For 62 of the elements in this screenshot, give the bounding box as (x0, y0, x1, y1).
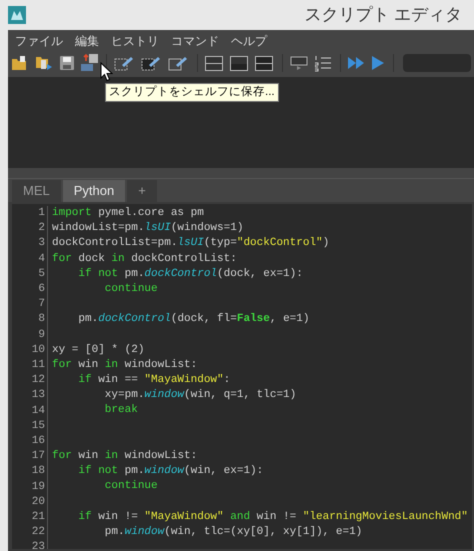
menu-item[interactable]: ヒストリ (111, 32, 159, 50)
code-line: dockControlList=pm.lsUI(typ="dockControl") (52, 236, 330, 252)
code-line: if win != "MayaWindow" and win != "learningMoviesLaunchWnd" (77, 510, 468, 525)
code-line: windowList=pm.lsUI(windows=1) (52, 221, 244, 236)
line-number: 4 (37, 252, 45, 267)
tooltip: スクリプトをシェルフに保存... (105, 83, 279, 102)
line-number: 7 (37, 297, 45, 312)
code-line: continue (104, 479, 159, 494)
folder-play-icon[interactable] (35, 55, 53, 71)
line-number: 19 (30, 480, 45, 495)
line-number: 22 (30, 525, 45, 540)
window-title: スクリプト エディタ (304, 4, 462, 26)
menu-item[interactable]: ヘルプ (231, 32, 267, 50)
tab[interactable]: + (127, 180, 157, 202)
code-line: if not pm.dockControl(dock, ex=1): (77, 266, 304, 282)
open-folder-icon[interactable] (11, 56, 28, 70)
monitor-icon[interactable] (290, 56, 308, 70)
menu-item[interactable]: 編集 (75, 32, 99, 50)
line-number: 5 (37, 266, 45, 282)
code-line: xy = [0] * (2) (52, 342, 146, 358)
code-line: for win in windowList: (52, 358, 198, 373)
line-number: 11 (30, 358, 45, 374)
line-number: 13 (30, 388, 45, 404)
line-number: 20 (30, 494, 45, 510)
line-number: 14 (30, 404, 45, 419)
save-icon[interactable] (60, 56, 74, 70)
run-all-icon[interactable] (348, 56, 365, 70)
code-line: pm.dockControl(dock, fl=False, e=1) (77, 312, 310, 328)
code-line: xy=pm.window(win, q=1, tlc=1) (104, 388, 298, 404)
layout-icon[interactable] (230, 56, 248, 70)
layout-icon[interactable] (205, 56, 223, 70)
menu-item[interactable]: ファイル (15, 32, 63, 50)
numbered-list-icon[interactable] (315, 54, 331, 72)
line-number: 6 (37, 282, 45, 298)
code-line: continue (104, 282, 159, 297)
code-line: if win == "MayaWindow": (77, 373, 232, 388)
code-line: for win in windowList: (52, 449, 198, 464)
code-line: for dock in dockControlList: (52, 252, 238, 267)
code-line: if not pm.window(win, ex=1): (77, 464, 264, 480)
line-number: 8 (37, 312, 45, 328)
line-number: 10 (30, 342, 45, 358)
command-field[interactable] (403, 54, 471, 72)
layout-icon[interactable] (255, 56, 273, 70)
line-number: 16 (30, 434, 45, 450)
tab[interactable]: Python (62, 180, 126, 202)
app-logo-icon (8, 6, 26, 24)
mouse-pointer-icon (100, 62, 113, 82)
line-number: 18 (30, 464, 45, 480)
line-number: 3 (37, 236, 45, 252)
code-line: break (104, 403, 139, 418)
line-number: 2 (37, 221, 45, 236)
line-number: 21 (30, 510, 45, 526)
code-line: pm.window(win, tlc=(xy[0], xy[1]), e=1) (104, 524, 364, 540)
line-number: 17 (30, 449, 45, 464)
line-number: 12 (30, 373, 45, 388)
line-number: 15 (30, 418, 45, 434)
menu-item[interactable]: コマンド (171, 32, 219, 50)
line-number: 1 (37, 206, 45, 221)
tab[interactable]: MEL (12, 180, 61, 202)
line-number: 9 (37, 328, 45, 343)
code-line: import pymel.core as pm (52, 206, 205, 221)
play-icon[interactable] (372, 56, 384, 70)
